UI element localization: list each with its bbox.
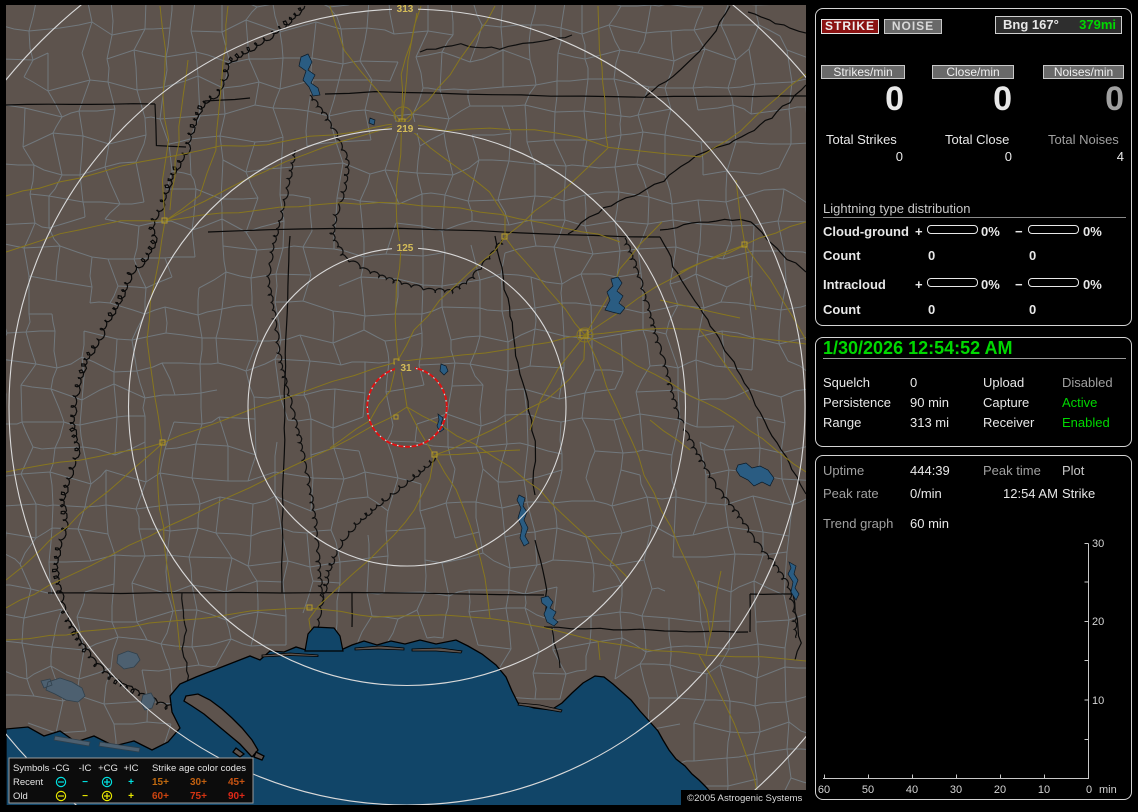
svg-text:+: + xyxy=(128,777,134,788)
svg-text:©2005 Astrogenic Systems: ©2005 Astrogenic Systems xyxy=(687,793,803,804)
svg-text:15+: 15+ xyxy=(152,777,169,788)
svg-text:+CG: +CG xyxy=(98,763,118,774)
svg-text:40: 40 xyxy=(906,784,918,796)
svg-text:313: 313 xyxy=(397,5,414,15)
svg-text:+IC: +IC xyxy=(123,763,138,774)
svg-text:-CG: -CG xyxy=(52,763,69,774)
svg-text:min: min xyxy=(1099,784,1117,796)
svg-text:-IC: -IC xyxy=(79,763,92,774)
svg-text:219: 219 xyxy=(397,124,414,135)
svg-text:0: 0 xyxy=(1086,784,1092,796)
svg-text:Old: Old xyxy=(13,791,28,802)
svg-text:90+: 90+ xyxy=(228,791,245,802)
svg-text:Strike age color codes: Strike age color codes xyxy=(152,763,246,774)
svg-text:Recent: Recent xyxy=(13,777,43,788)
svg-text:Symbols: Symbols xyxy=(13,763,50,774)
svg-text:45+: 45+ xyxy=(228,777,245,788)
svg-text:60+: 60+ xyxy=(152,791,169,802)
svg-text:30: 30 xyxy=(1092,538,1104,550)
svg-text:10: 10 xyxy=(1092,695,1104,707)
svg-text:−: − xyxy=(82,777,88,788)
svg-text:10: 10 xyxy=(1038,784,1050,796)
svg-text:60: 60 xyxy=(818,784,830,796)
svg-text:75+: 75+ xyxy=(190,791,207,802)
svg-text:−: − xyxy=(82,791,88,802)
svg-text:20: 20 xyxy=(994,784,1006,796)
svg-text:+: + xyxy=(128,791,134,802)
svg-text:125: 125 xyxy=(397,243,414,254)
svg-text:31: 31 xyxy=(400,363,412,374)
svg-text:50: 50 xyxy=(862,784,874,796)
svg-text:20: 20 xyxy=(1092,616,1104,628)
svg-text:30+: 30+ xyxy=(190,777,207,788)
svg-text:30: 30 xyxy=(950,784,962,796)
